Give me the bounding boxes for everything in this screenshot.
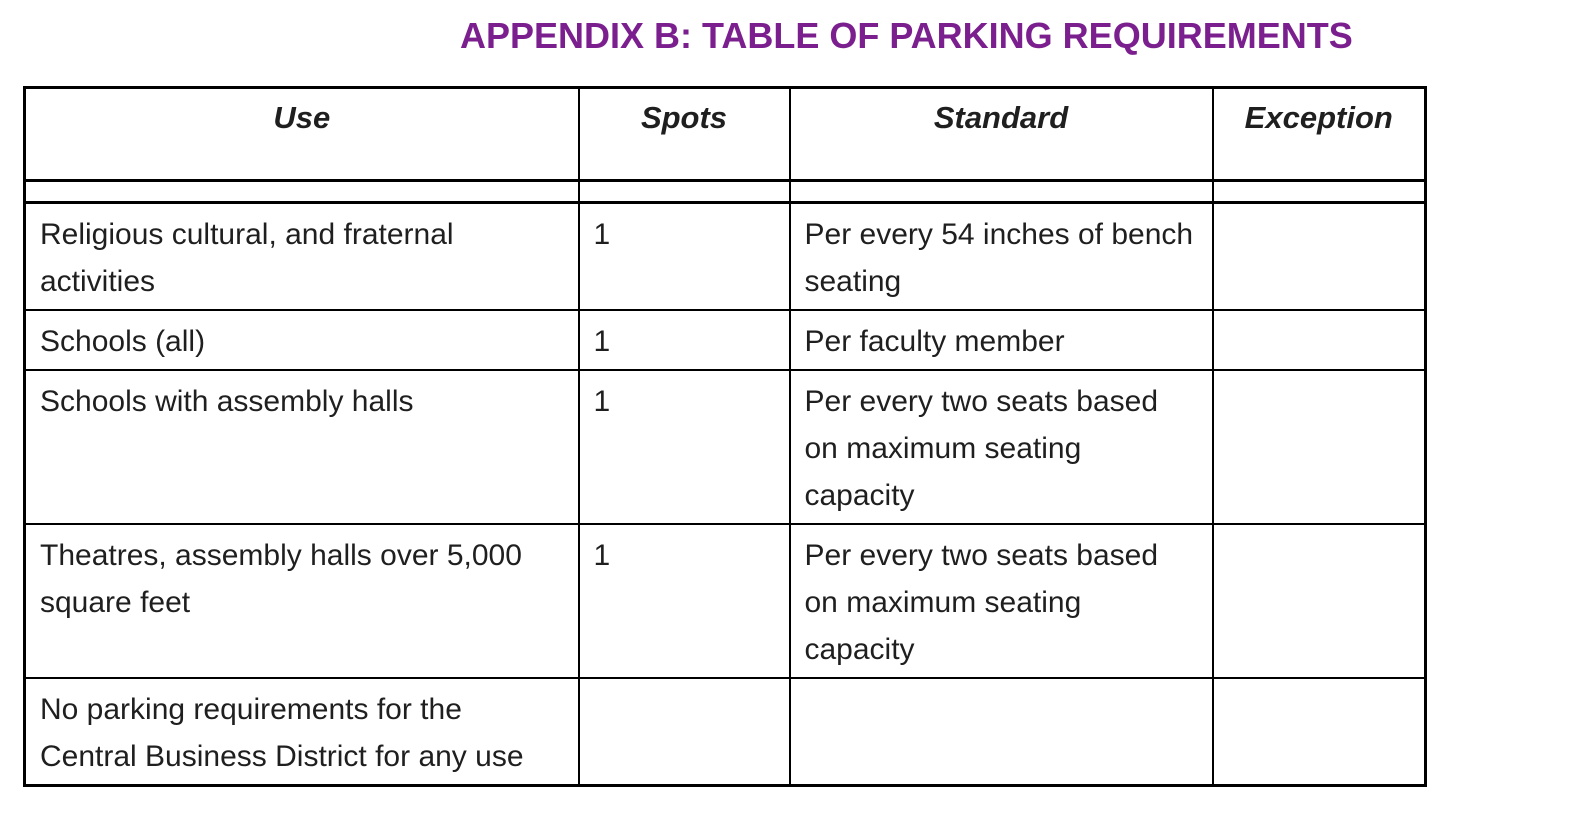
- table-row: Religious cultural, and fraternal activi…: [23, 201, 1427, 311]
- divider-cell: [1211, 179, 1427, 204]
- cell-use: Schools (all): [23, 309, 580, 371]
- cell-exception: [1211, 309, 1427, 371]
- cell-exception: [1211, 369, 1427, 525]
- cell-exception: [1211, 523, 1427, 679]
- cell-standard: Per every two seats based on maximum sea…: [788, 523, 1214, 679]
- page-title: APPENDIX B: TABLE OF PARKING REQUIREMENT…: [460, 15, 1353, 56]
- divider-cell: [788, 179, 1214, 204]
- table-header-row: Use Spots Standard Exception: [23, 86, 1427, 182]
- cell-spots: 1: [577, 523, 791, 679]
- table-row: No parking requirements for the Central …: [23, 677, 1427, 787]
- column-header-use: Use: [23, 86, 580, 182]
- cell-spots: [577, 677, 791, 787]
- cell-spots: 1: [577, 309, 791, 371]
- cell-spots: 1: [577, 201, 791, 311]
- cell-standard: Per every 54 inches of bench seating: [788, 201, 1214, 311]
- divider-cell: [23, 179, 580, 204]
- cell-exception: [1211, 677, 1427, 787]
- cell-use: Theatres, assembly halls over 5,000 squa…: [23, 523, 580, 679]
- parking-requirements-table: Use Spots Standard Exception Religious c…: [23, 86, 1427, 787]
- cell-use: Religious cultural, and fraternal activi…: [23, 201, 580, 311]
- cell-standard: Per faculty member: [788, 309, 1214, 371]
- cell-standard: [788, 677, 1214, 787]
- column-header-exception: Exception: [1211, 86, 1427, 182]
- cell-use: No parking requirements for the Central …: [23, 677, 580, 787]
- header-divider-row: [23, 179, 1427, 204]
- column-header-spots: Spots: [577, 86, 791, 182]
- divider-cell: [577, 179, 791, 204]
- column-header-standard: Standard: [788, 86, 1214, 182]
- table-row: Schools (all) 1 Per faculty member: [23, 309, 1427, 371]
- cell-spots: 1: [577, 369, 791, 525]
- cell-standard: Per every two seats based on maximum sea…: [788, 369, 1214, 525]
- cell-exception: [1211, 201, 1427, 311]
- cell-use: Schools with assembly halls: [23, 369, 580, 525]
- table-row: Schools with assembly halls 1 Per every …: [23, 369, 1427, 525]
- table-row: Theatres, assembly halls over 5,000 squa…: [23, 523, 1427, 679]
